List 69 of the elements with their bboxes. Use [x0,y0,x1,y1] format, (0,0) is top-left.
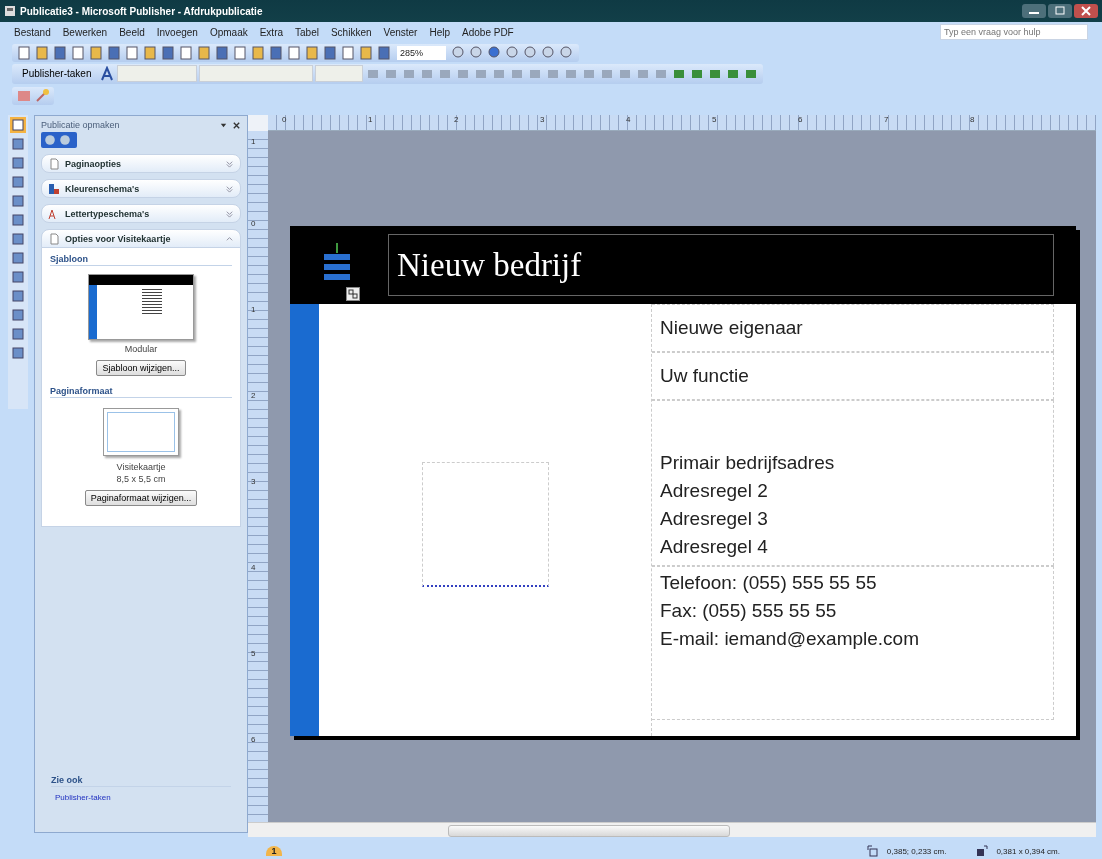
chevron-icon [225,159,234,168]
help-search-field[interactable]: Typ een vraag voor hulp [940,24,1088,40]
horizontal-scrollbar[interactable] [248,822,1096,837]
task-pane-title: Publicatie opmaken [41,120,121,130]
maximize-icon[interactable] [1048,4,1072,18]
page-size-name: Visitekaartje [116,462,166,472]
section-heading: Zie ook [51,775,231,787]
styles-icon[interactable] [99,65,116,82]
back-icon[interactable] [44,134,56,146]
menu-item[interactable]: Beeld [119,26,145,38]
section-heading: Paginaformaat [50,386,232,398]
group-handle-icon[interactable] [346,287,360,301]
app-icon [4,5,16,17]
size-icon [976,845,989,857]
navigation-buttons[interactable] [41,132,77,148]
window-title: Publicatie3 - Microsoft Publisher - Afdrukpublicatie [20,5,263,17]
contact-line: Fax: (055) 555 55 55 [660,599,838,623]
page-size-value: 8,5 x 5,5 cm [116,474,166,484]
section-heading: Sjabloon [50,254,232,266]
close-icon[interactable] [1074,4,1098,18]
ruler-corner [248,115,268,131]
minimize-icon[interactable] [1022,4,1046,18]
position-reading: 0,385; 0,233 cm. [886,846,947,856]
section-header[interactable]: Lettertypeschema's [41,204,241,223]
page-tab[interactable]: 1 [266,846,282,856]
contact-line: E-mail: iemand@example.com [660,627,920,651]
address-line: Adresregel 3 [660,507,769,531]
menu-item[interactable]: Venster [383,26,418,38]
position-icon [866,845,879,857]
link[interactable]: Publisher-taken [55,793,247,802]
chevron-icon [225,234,234,243]
forward-icon[interactable] [59,134,71,146]
address-line: Adresregel 4 [660,535,769,559]
address-line: Adresregel 2 [660,479,769,503]
menu-item[interactable]: Invoegen [156,26,198,38]
section-header[interactable]: Opties voor Visitekaartje [41,229,241,248]
address-line: Primair bedrijfsadres [660,451,836,475]
page-icon [48,157,60,170]
menu-item[interactable]: Tabel [295,26,319,38]
job-title: Uw functie [660,364,750,388]
menu-item[interactable]: Bestand [14,26,51,38]
company-name-frame[interactable]: Nieuw bedrijf [388,234,1054,296]
menu-item[interactable]: Help [429,26,451,38]
section-header[interactable]: Kleurenschema's [41,179,241,198]
template-thumbnail[interactable] [88,274,194,340]
section-header[interactable]: Paginaopties [41,154,241,173]
menu-item[interactable]: Schikken [330,26,372,38]
template-name: Modular [124,344,158,354]
horizontal-ruler: 0 1 2 3 4 5 6 7 8 [268,115,1096,131]
contact-line: Telefoon: (055) 555 55 55 [660,571,878,595]
company-name: Nieuw bedrijf [397,246,582,284]
menu-item[interactable]: Adobe PDF [462,26,514,38]
close-icon[interactable] [232,120,241,130]
chevron-icon [225,184,234,193]
wizard-icon[interactable] [34,88,50,104]
page-icon [48,232,60,245]
size-reading: 0,381 x 0,394 cm. [996,846,1060,856]
change-template-button[interactable]: Sjabloon wijzigen... [96,360,186,376]
zoom-field[interactable]: 285% [397,45,446,60]
publisher-tasks-button[interactable]: Publisher-taken [16,64,98,83]
page-size-thumbnail[interactable] [103,408,179,456]
menu-item[interactable]: Bewerken [62,26,108,38]
color-scheme-icon [48,182,60,195]
change-page-size-button[interactable]: Paginaformaat wijzigen... [84,490,198,506]
owner-name: Nieuwe eigenaar [660,316,804,340]
menu-item[interactable]: Opmaak [209,26,248,38]
menu-item[interactable]: Extra [259,26,284,38]
vertical-ruler: 1 0 1 2 3 4 5 6 [248,131,268,822]
chevron-icon [225,209,234,218]
